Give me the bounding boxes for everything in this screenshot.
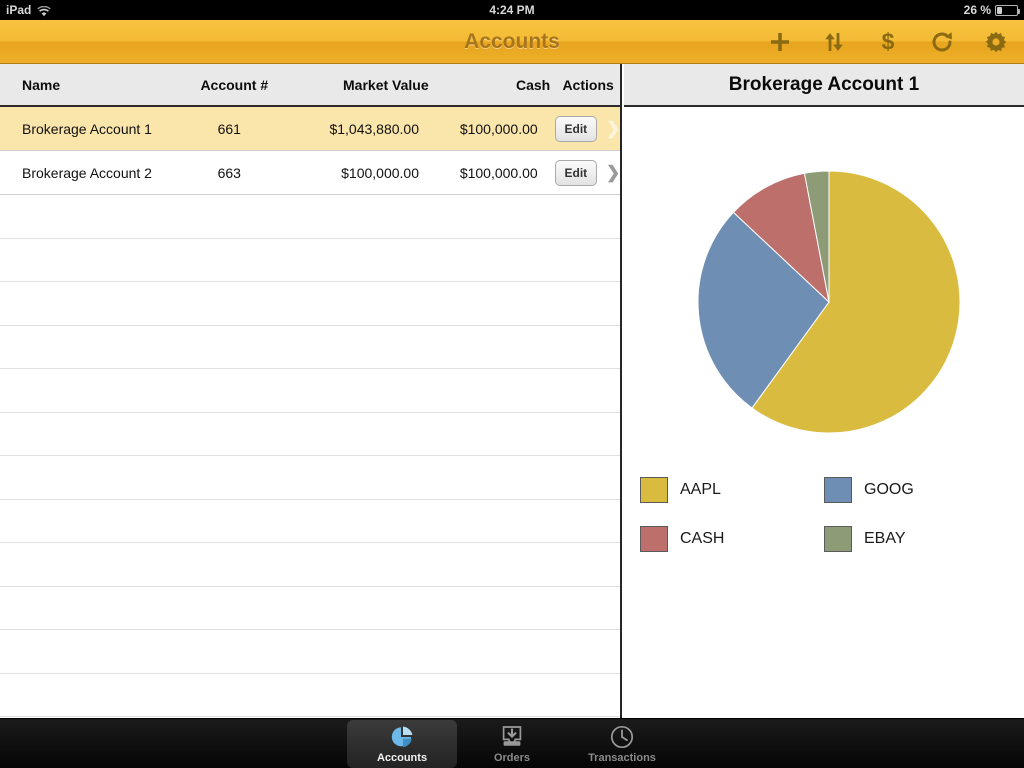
plus-icon — [768, 30, 792, 54]
table-row-empty — [0, 543, 620, 587]
cell-account-number: 661 — [217, 120, 241, 137]
cell-account-number: 663 — [217, 164, 241, 181]
add-button[interactable] — [766, 28, 794, 56]
transfer-arrows-icon — [822, 30, 846, 54]
tab-bar: Accounts Orders Transactions — [0, 718, 1024, 768]
gear-icon — [984, 30, 1008, 54]
table-row-empty — [0, 413, 620, 456]
legend-item: AAPL — [640, 477, 824, 503]
refresh-button[interactable] — [928, 28, 956, 56]
cell-market-value: $1,043,880.00 — [329, 120, 419, 137]
cell-market-value: $100,000.00 — [341, 164, 419, 181]
tab-accounts[interactable]: Accounts — [347, 719, 457, 768]
chart-legend: AAPL GOOG CASH EBAY — [640, 477, 1008, 552]
table-row-empty — [0, 674, 620, 717]
dollar-icon: $ — [876, 30, 900, 54]
navigation-bar: Accounts $ — [0, 20, 1024, 64]
column-header-name: Name — [22, 76, 61, 93]
table-row-empty — [0, 587, 620, 630]
transfer-button[interactable] — [820, 28, 848, 56]
tab-accounts-label: Accounts — [376, 752, 428, 764]
cell-actions: Edit — [546, 159, 606, 186]
clock-icon — [607, 723, 637, 751]
ipad-app-screen: iPad 4:24 PM 26 % Accounts $ Name Accoun… — [0, 0, 1024, 768]
tab-transactions[interactable]: Transactions — [567, 720, 677, 768]
legend-swatch-cash — [640, 526, 668, 552]
legend-label-cash: CASH — [680, 530, 725, 547]
legend-item: EBAY — [824, 526, 1008, 552]
table-row-empty — [0, 239, 620, 282]
table-row-empty — [0, 369, 620, 413]
column-header-cash: Cash — [515, 76, 551, 93]
cell-cash: $100,000.00 — [459, 120, 538, 137]
status-bar-right: 26 % — [963, 3, 1020, 17]
empty-rows-container — [0, 195, 620, 717]
table-row-empty — [0, 500, 620, 543]
legend-label-ebay: EBAY — [864, 530, 906, 547]
table-row[interactable]: Brokerage Account 1 661 $1,043,880.00 $1… — [0, 107, 620, 151]
legend-label-aapl: AAPL — [680, 481, 721, 498]
portfolio-chart: AAPL GOOG CASH EBAY — [624, 107, 1024, 718]
column-header-account-no: Account # — [200, 76, 269, 93]
legend-swatch-ebay — [824, 526, 852, 552]
cell-account-name: Brokerage Account 2 — [22, 164, 152, 181]
legend-swatch-goog — [824, 477, 852, 503]
settings-button[interactable] — [982, 28, 1010, 56]
column-header-market-value: Market Value — [343, 76, 429, 93]
battery-percent-label: 26 % — [963, 3, 991, 17]
column-header-actions: Actions — [562, 76, 614, 93]
table-row-empty — [0, 326, 620, 369]
table-header-row: Name Account # Market Value Cash Actions — [0, 64, 620, 107]
table-row-empty — [0, 282, 620, 326]
accounts-list-pane: Name Account # Market Value Cash Actions… — [0, 64, 622, 718]
legend-label-goog: GOOG — [864, 481, 914, 498]
chevron-right-icon[interactable]: ❯ — [606, 163, 620, 183]
inbox-download-icon — [497, 723, 527, 751]
edit-button[interactable]: Edit — [554, 159, 597, 186]
refresh-icon — [930, 30, 954, 54]
table-row-empty — [0, 630, 620, 674]
battery-low-icon — [995, 4, 1020, 16]
cell-actions: Edit — [546, 115, 606, 142]
status-bar: iPad 4:24 PM 26 % — [0, 0, 1024, 20]
cell-cash: $100,000.00 — [459, 164, 538, 181]
tab-orders[interactable]: Orders — [457, 720, 567, 768]
table-row-empty — [0, 456, 620, 500]
tab-transactions-label: Transactions — [588, 752, 656, 764]
navbar-actions: $ — [766, 28, 1010, 56]
tab-orders-label: Orders — [493, 752, 531, 764]
legend-item: GOOG — [824, 477, 1008, 503]
svg-text:$: $ — [882, 30, 895, 54]
table-row-empty — [0, 195, 620, 239]
funds-button[interactable]: $ — [874, 28, 902, 56]
account-detail-pane: Brokerage Account 1 AAPL GOOG CASH EBAY — [624, 64, 1024, 718]
cell-account-name: Brokerage Account 1 — [22, 120, 152, 137]
pie-chart — [697, 170, 961, 434]
status-bar-time: 4:24 PM — [489, 3, 535, 17]
legend-item: CASH — [640, 526, 824, 552]
chevron-right-icon[interactable]: ❯ — [606, 119, 620, 139]
edit-button[interactable]: Edit — [554, 115, 597, 142]
table-row[interactable]: Brokerage Account 2 663 $100,000.00 $100… — [0, 151, 620, 195]
pie-chart-icon — [387, 723, 417, 751]
detail-title: Brokerage Account 1 — [624, 64, 1024, 107]
legend-swatch-aapl — [640, 477, 668, 503]
main-content: Name Account # Market Value Cash Actions… — [0, 64, 1024, 718]
